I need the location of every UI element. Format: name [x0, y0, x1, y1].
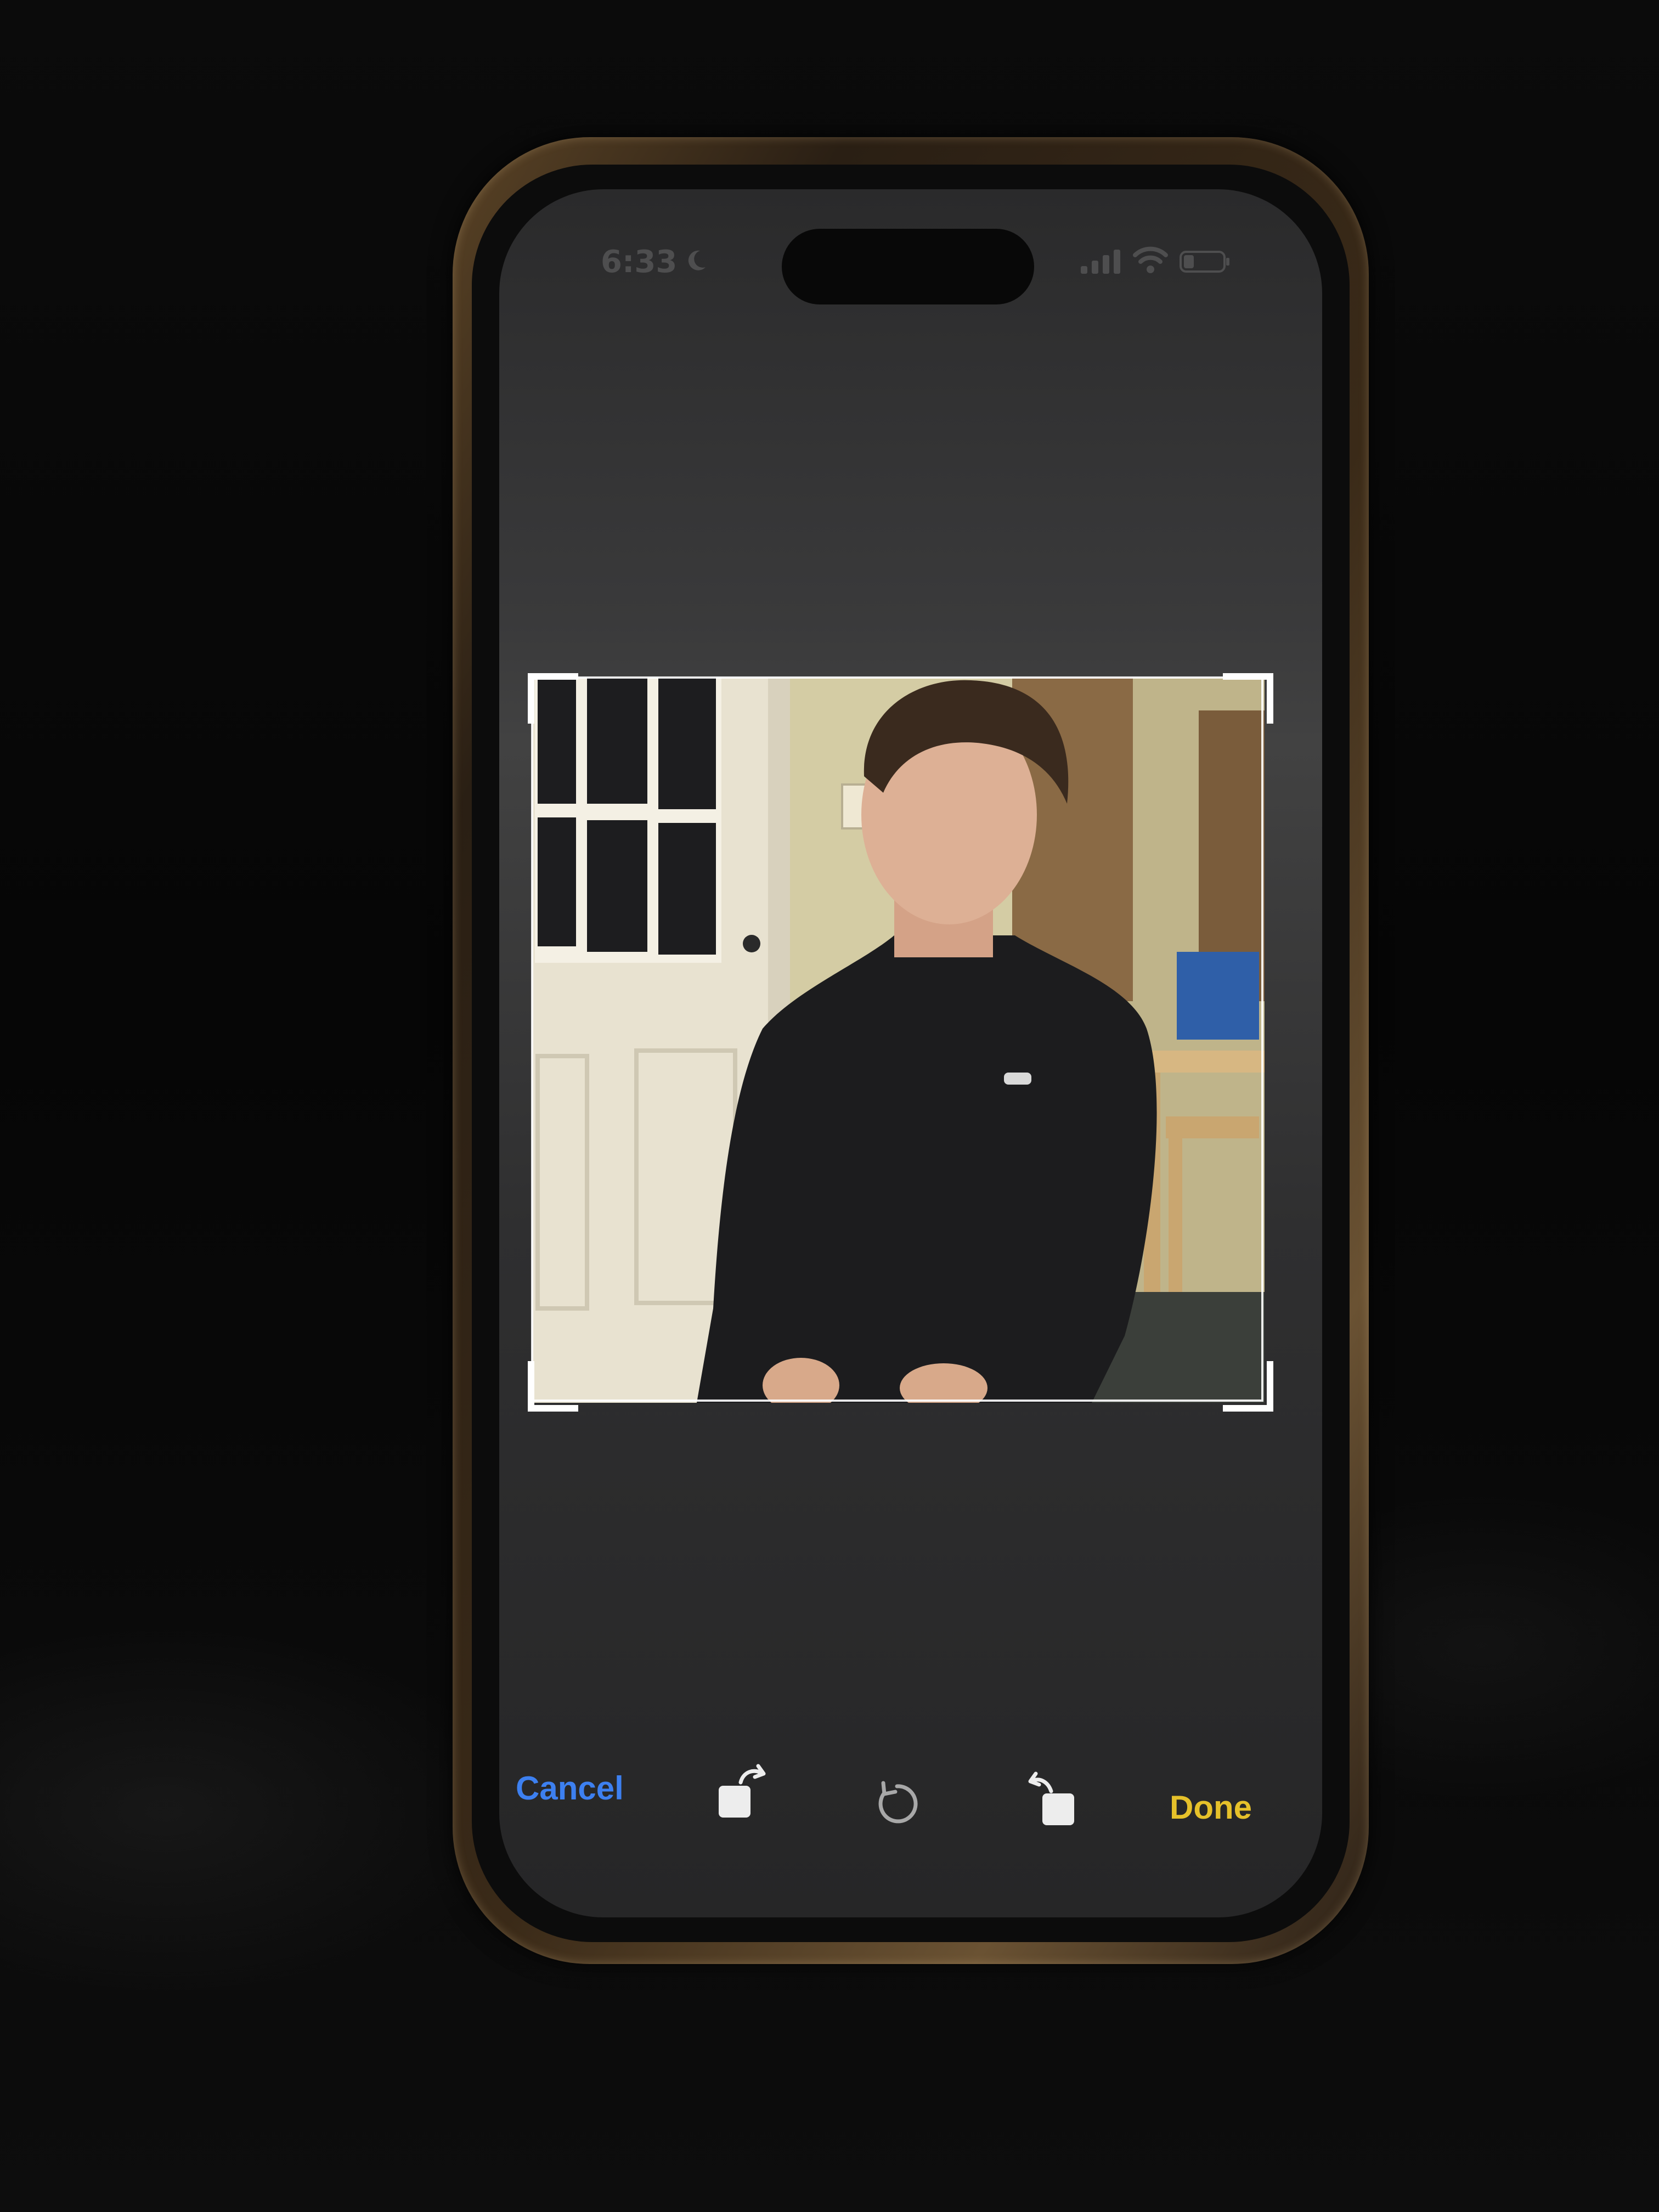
crop-handle-bottom-left[interactable] [528, 1361, 578, 1412]
moon-icon [688, 250, 706, 270]
crop-handle-top-right[interactable] [1223, 673, 1273, 724]
rotate-left-icon[interactable] [713, 1764, 768, 1824]
cellular-signal-icon [1081, 250, 1120, 274]
dynamic-island [782, 229, 1034, 304]
cancel-button[interactable]: Cancel [516, 1769, 624, 1807]
rotate-right-icon[interactable] [1026, 1769, 1086, 1830]
status-time: 6:33 [601, 244, 678, 280]
done-button[interactable]: Done [1170, 1788, 1252, 1826]
crop-handle-bottom-right[interactable] [1223, 1361, 1273, 1412]
reset-rotation-icon[interactable] [872, 1778, 922, 1827]
phone-screen: 6:33 Cancel Done [499, 189, 1322, 1917]
wifi-icon [1133, 246, 1168, 273]
crop-handle-top-left[interactable] [528, 673, 578, 724]
battery-icon [1180, 251, 1229, 273]
crop-frame[interactable] [531, 676, 1263, 1402]
